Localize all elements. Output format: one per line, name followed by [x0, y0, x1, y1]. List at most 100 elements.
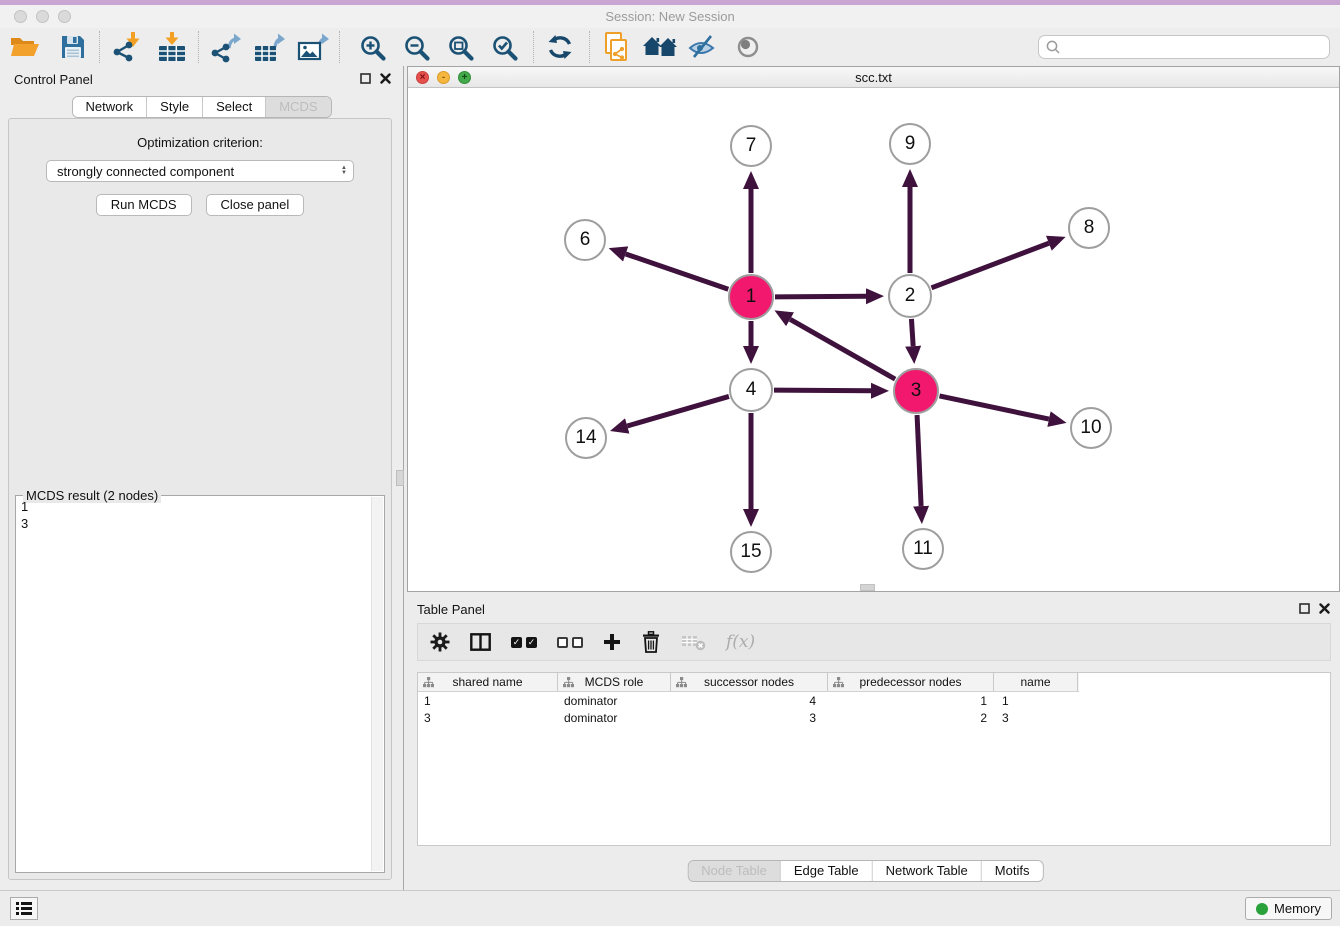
search-box[interactable] [1038, 35, 1330, 59]
mcds-panel: Optimization criterion: strongly connect… [8, 118, 392, 880]
cell-predecessor-nodes[interactable]: 1 [828, 694, 994, 708]
import-table-button[interactable] [153, 30, 191, 64]
select-all-icon[interactable]: ✓✓ [511, 637, 537, 648]
graph-node-4[interactable]: 4 [729, 368, 773, 412]
graph-node-1[interactable]: 1 [728, 274, 774, 320]
column-header-name[interactable]: name [994, 673, 1078, 691]
network-canvas[interactable]: 7 9 6 8 1 2 4 3 14 10 15 11 [408, 88, 1339, 591]
hide-details-button[interactable] [683, 30, 721, 64]
horizontal-splitter-handle[interactable] [860, 584, 875, 591]
graph-node-7[interactable]: 7 [730, 125, 772, 167]
graph-edge-3-1[interactable] [790, 319, 895, 379]
cell-predecessor-nodes[interactable]: 2 [828, 711, 994, 725]
save-session-button[interactable] [54, 30, 92, 64]
network-close-button[interactable]: × [416, 71, 429, 84]
eye-slash-icon [687, 33, 717, 61]
deselect-all-icon[interactable] [557, 637, 583, 648]
close-panel-icon[interactable] [1319, 603, 1330, 614]
tab-edge-table[interactable]: Edge Table [781, 861, 873, 881]
cell-mcds-role[interactable]: dominator [558, 711, 671, 725]
close-window-button[interactable] [14, 10, 27, 23]
tab-network[interactable]: Network [72, 97, 147, 117]
table-toolbar: ✓✓ f(x) [417, 623, 1331, 661]
memory-button[interactable]: Memory [1245, 897, 1332, 920]
function-builder-icon[interactable]: f(x) [726, 632, 755, 652]
graph-edge-2-8[interactable] [932, 243, 1049, 288]
cell-mcds-role[interactable]: dominator [558, 694, 671, 708]
result-scrollbar[interactable] [371, 497, 383, 871]
column-header-mcds-role[interactable]: MCDS role [558, 673, 671, 691]
graph-edge-4-14[interactable] [627, 396, 729, 426]
zoom-selected-button[interactable] [485, 30, 523, 64]
cell-successor-nodes[interactable]: 4 [671, 694, 828, 708]
home-button[interactable] [641, 30, 679, 64]
search-input[interactable] [1065, 40, 1322, 55]
cell-successor-nodes[interactable]: 3 [671, 711, 828, 725]
float-panel-icon[interactable] [360, 73, 371, 84]
graph-edge-3-10[interactable] [939, 396, 1048, 419]
close-panel-button[interactable]: Close panel [206, 194, 305, 216]
mcds-result-text[interactable]: 1 3 [21, 498, 369, 870]
tab-node-table[interactable]: Node Table [688, 861, 781, 881]
graph-node-2[interactable]: 2 [888, 274, 932, 318]
criterion-value: strongly connected component [57, 164, 234, 179]
graph-node-8[interactable]: 8 [1068, 207, 1110, 249]
column-header-shared-name[interactable]: shared name [418, 673, 558, 691]
delete-table-icon[interactable] [681, 633, 706, 651]
gear-icon[interactable] [430, 632, 450, 652]
tab-motifs[interactable]: Motifs [982, 861, 1043, 881]
graph-edge-1-6[interactable] [626, 254, 729, 289]
tab-select[interactable]: Select [203, 97, 266, 117]
float-panel-icon[interactable] [1299, 603, 1310, 614]
cell-shared-name[interactable]: 1 [418, 694, 558, 708]
export-table-button[interactable] [250, 30, 288, 64]
cell-name[interactable]: 1 [994, 694, 1078, 708]
graph-edge-3-11[interactable] [917, 415, 921, 506]
zoom-in-button[interactable] [353, 30, 391, 64]
add-column-icon[interactable] [603, 633, 621, 651]
minimize-window-button[interactable] [36, 10, 49, 23]
graph-node-9[interactable]: 9 [889, 123, 931, 165]
tab-mcds[interactable]: MCDS [266, 97, 330, 117]
tab-network-table[interactable]: Network Table [873, 861, 982, 881]
run-mcds-button[interactable]: Run MCDS [96, 194, 192, 216]
graph-node-15[interactable]: 15 [730, 531, 772, 573]
table-row[interactable]: 3 dominator 3 2 3 [418, 709, 1330, 726]
graph-edge-2-3[interactable] [911, 319, 913, 346]
column-header-predecessor-nodes[interactable]: predecessor nodes [828, 673, 994, 691]
network-window-titlebar[interactable]: × - + scc.txt [408, 67, 1339, 88]
trash-icon[interactable] [641, 631, 661, 653]
split-view-icon[interactable] [470, 633, 491, 651]
import-network-button[interactable] [107, 30, 145, 64]
table-panel: Table Panel ✓✓ f(x) shared name MCDS rol… [405, 596, 1340, 890]
network-maximize-button[interactable]: + [458, 71, 471, 84]
network-from-file-button[interactable] [597, 30, 635, 64]
memory-status-icon [1256, 903, 1268, 915]
show-details-button[interactable] [729, 30, 767, 64]
cell-shared-name[interactable]: 3 [418, 711, 558, 725]
zoom-fit-button[interactable] [441, 30, 479, 64]
network-minimize-button[interactable]: - [437, 71, 450, 84]
graph-node-10[interactable]: 10 [1070, 407, 1112, 449]
graph-node-11[interactable]: 11 [902, 528, 944, 570]
cell-name[interactable]: 3 [994, 711, 1078, 725]
graph-edge-1-2[interactable] [775, 296, 866, 297]
save-icon [60, 34, 86, 60]
export-image-button[interactable] [294, 30, 332, 64]
zoom-out-button[interactable] [397, 30, 435, 64]
open-session-button[interactable] [6, 30, 44, 64]
graph-node-14[interactable]: 14 [565, 417, 607, 459]
column-header-successor-nodes[interactable]: successor nodes [671, 673, 828, 691]
task-history-button[interactable] [10, 897, 38, 920]
graph-edge-4-3[interactable] [774, 390, 871, 391]
close-panel-icon[interactable] [380, 73, 391, 84]
tab-style[interactable]: Style [147, 97, 203, 117]
graph-node-3[interactable]: 3 [893, 368, 939, 414]
optimization-criterion-select[interactable]: strongly connected component ▲▼ [46, 160, 354, 182]
zoom-window-button[interactable] [58, 10, 71, 23]
table-row[interactable]: 1 dominator 4 1 1 [418, 692, 1330, 709]
vertical-splitter-handle[interactable] [396, 470, 404, 486]
refresh-button[interactable] [541, 30, 579, 64]
export-network-button[interactable] [206, 30, 244, 64]
graph-node-6[interactable]: 6 [564, 219, 606, 261]
